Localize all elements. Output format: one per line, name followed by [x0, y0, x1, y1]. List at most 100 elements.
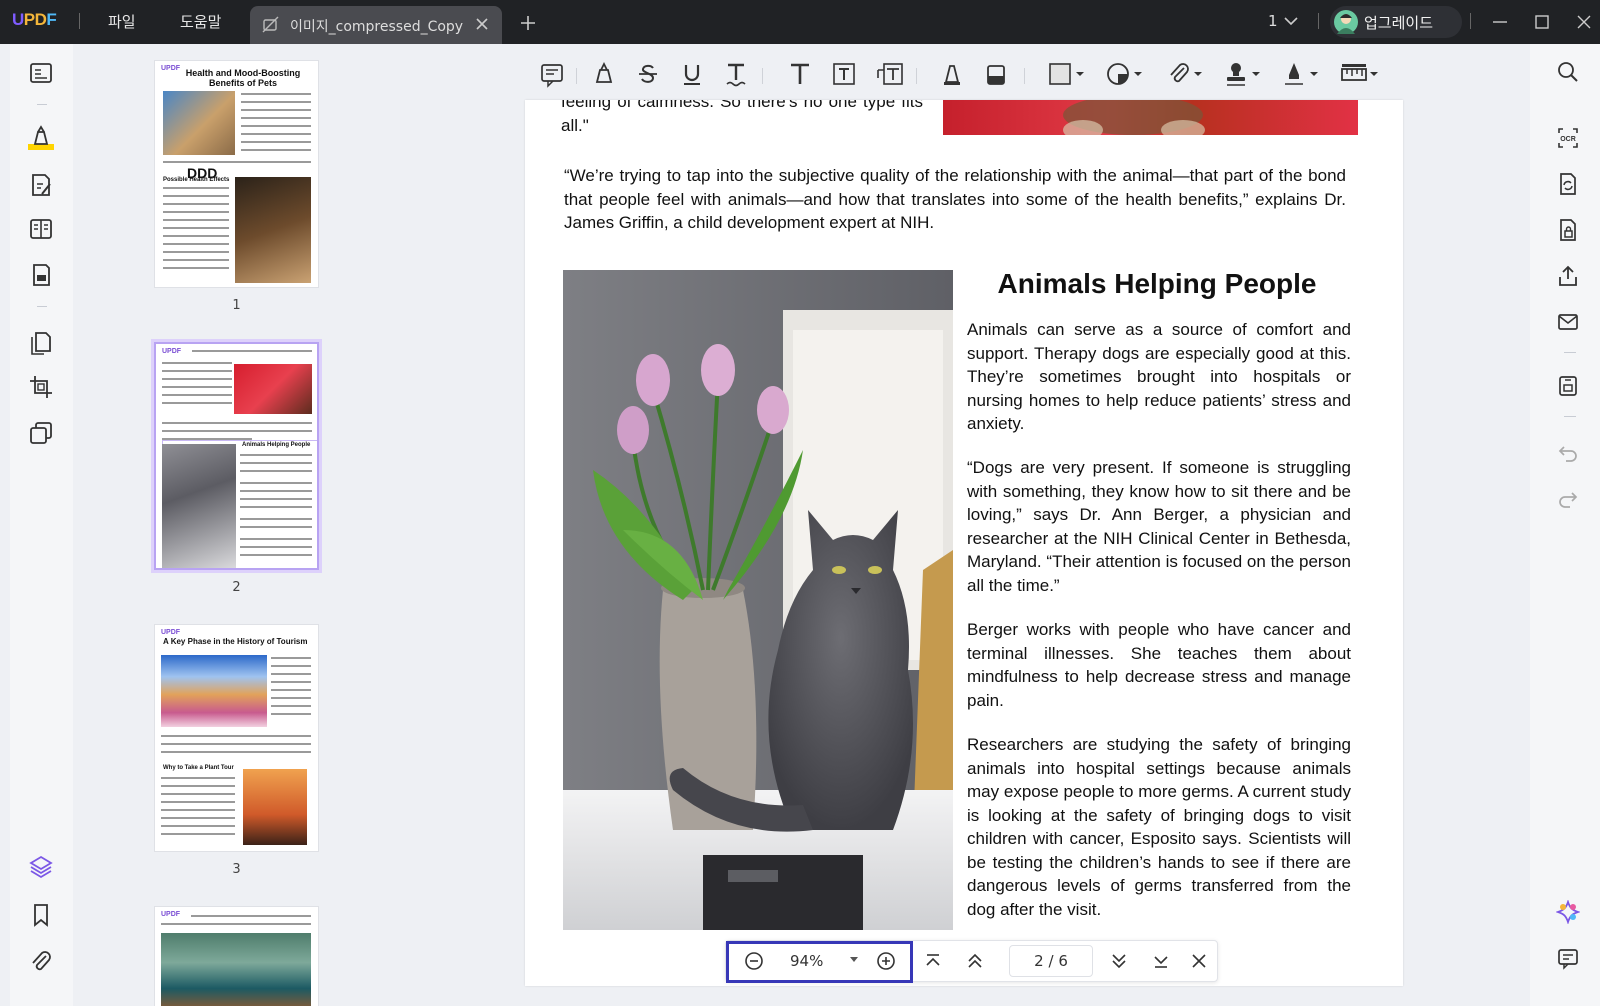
thumbnail-logo: UPDF [161, 629, 181, 636]
close-window-icon[interactable] [1576, 14, 1592, 30]
save-icon[interactable] [1556, 374, 1580, 398]
comments-panel-icon[interactable] [1556, 946, 1580, 970]
close-bar-icon[interactable] [1190, 951, 1208, 971]
convert-icon[interactable] [1556, 172, 1580, 196]
zoom-pagination-bar: 94% 2 / 6 [725, 940, 1218, 983]
title-separator [79, 13, 80, 29]
share-icon[interactable] [1556, 264, 1580, 288]
thumbnail-text-line [240, 490, 312, 492]
thumbnail-text-line [240, 526, 312, 528]
form-field-icon[interactable] [28, 262, 54, 288]
right-tool-rail: OCR [1530, 44, 1600, 1006]
protect-icon[interactable] [1556, 218, 1580, 242]
bookmark-icon[interactable] [28, 902, 54, 928]
text-box-icon[interactable] [832, 60, 856, 88]
page-tools-icon[interactable] [28, 420, 54, 446]
title-separator [1318, 13, 1319, 29]
thumbnail-panel: UPDF Health and Mood-Boosting Benefits o… [73, 44, 413, 1006]
title-separator [1470, 13, 1471, 29]
thumbnail-text-line [161, 735, 311, 737]
comment-highlighter-icon[interactable] [28, 124, 54, 154]
ocr-icon[interactable]: OCR [1556, 126, 1580, 150]
section-heading: Animals Helping People [997, 268, 1317, 299]
thumbnail-page-1[interactable]: UPDF Health and Mood-Boosting Benefits o… [154, 60, 319, 288]
thumbnail-text-line [162, 422, 312, 424]
measure-ruler-icon[interactable] [1340, 60, 1380, 88]
zoom-out-icon[interactable] [744, 951, 764, 971]
thumbnail-red-image [234, 364, 312, 414]
squiggly-underline-icon[interactable] [724, 60, 748, 88]
thumbnail-page-2[interactable]: UPDF Animals Helping People [154, 342, 319, 570]
signature-icon[interactable] [1282, 60, 1322, 88]
thumbnail-subhead: Why to Take a Plant Tour [163, 765, 234, 771]
layers-icon[interactable] [28, 854, 54, 880]
thumbnail-page-3[interactable]: UPDF A Key Phase in the History of Touri… [154, 624, 319, 852]
strikethrough-icon[interactable] [636, 60, 660, 88]
thumbnail-title: A Key Phase in the History of Tourism [163, 637, 308, 646]
total-pages: 6 [1058, 952, 1068, 970]
thumbnail-page-4[interactable]: UPDF [154, 906, 319, 1006]
first-page-icon[interactable] [924, 951, 942, 971]
reader-mode-icon[interactable] [28, 60, 54, 86]
eraser-icon[interactable] [984, 60, 1008, 88]
upgrade-button[interactable]: 업그레이드 [1330, 6, 1462, 38]
thumbnail-page-number: 3 [232, 862, 241, 877]
red-photo-fragment [943, 100, 1358, 135]
text-icon[interactable] [788, 60, 812, 88]
zoom-value[interactable]: 94% [790, 952, 823, 970]
page-layout-icon[interactable] [28, 216, 54, 242]
maximize-icon[interactable] [1534, 14, 1550, 30]
pencil-icon[interactable] [940, 60, 964, 88]
thumbnail-text-line [241, 141, 311, 143]
thumbnail-text-line [241, 117, 311, 119]
thumbnail-text-line [271, 665, 311, 667]
upgrade-label: 업그레이드 [1364, 14, 1434, 32]
menu-file[interactable]: 파일 [108, 11, 136, 32]
search-icon[interactable] [1556, 60, 1580, 84]
thumbnail-text-line [163, 267, 229, 269]
body-paragraph-4: Researchers are studying the safety of b… [967, 735, 1351, 919]
sticker-icon[interactable] [1106, 60, 1146, 88]
text-callout-icon[interactable] [876, 60, 904, 88]
thumbnail-text-line [162, 362, 232, 364]
thumbnail-text-line [162, 394, 232, 396]
new-tab-plus-icon[interactable] [520, 15, 536, 31]
crop-page-icon[interactable] [28, 374, 54, 400]
previous-page-icon[interactable] [966, 951, 984, 971]
zoom-in-icon[interactable] [876, 951, 896, 971]
organize-pages-icon[interactable] [28, 330, 54, 356]
thumbnail-text-line [161, 777, 235, 779]
thumbnail-text-line [163, 227, 229, 229]
highlight-icon[interactable] [592, 60, 616, 88]
thumbnail-text-line [240, 506, 312, 508]
page-selector-value[interactable]: 1 [1268, 12, 1278, 30]
toolbar-separator [762, 68, 763, 84]
attach-file-icon[interactable] [1166, 60, 1206, 88]
comment-icon[interactable] [540, 60, 564, 88]
zoom-dropdown-icon[interactable] [849, 956, 859, 964]
thumbnail-lake-image [161, 933, 311, 1006]
email-icon[interactable] [1556, 310, 1580, 334]
app-logo: UPDF [12, 10, 57, 29]
attachment-icon[interactable] [28, 948, 54, 974]
tab-close-icon[interactable] [474, 16, 490, 32]
page-number-input[interactable]: 2 / 6 [1009, 945, 1093, 977]
cat-photo [563, 270, 953, 930]
stamp-icon[interactable] [1224, 60, 1264, 88]
last-page-icon[interactable] [1152, 951, 1170, 971]
thumbnail-text-line [271, 657, 311, 659]
undo-icon[interactable] [1556, 440, 1580, 464]
chevron-down-icon[interactable] [1284, 16, 1298, 26]
document-tab[interactable]: 이미지_compressed_Copy [250, 6, 502, 44]
edit-pdf-icon[interactable] [28, 172, 54, 198]
ai-assistant-icon[interactable] [1556, 900, 1580, 924]
thumbnail-text-line [162, 378, 232, 380]
thumbnail-page-number: 2 [232, 580, 241, 595]
next-page-icon[interactable] [1110, 951, 1128, 971]
thumbnail-text-line [161, 785, 235, 787]
minimize-icon[interactable] [1492, 14, 1508, 30]
underline-icon[interactable] [680, 60, 704, 88]
shape-rectangle-icon[interactable] [1048, 60, 1088, 88]
redo-icon[interactable] [1556, 486, 1580, 510]
menu-help[interactable]: 도움말 [180, 11, 221, 32]
